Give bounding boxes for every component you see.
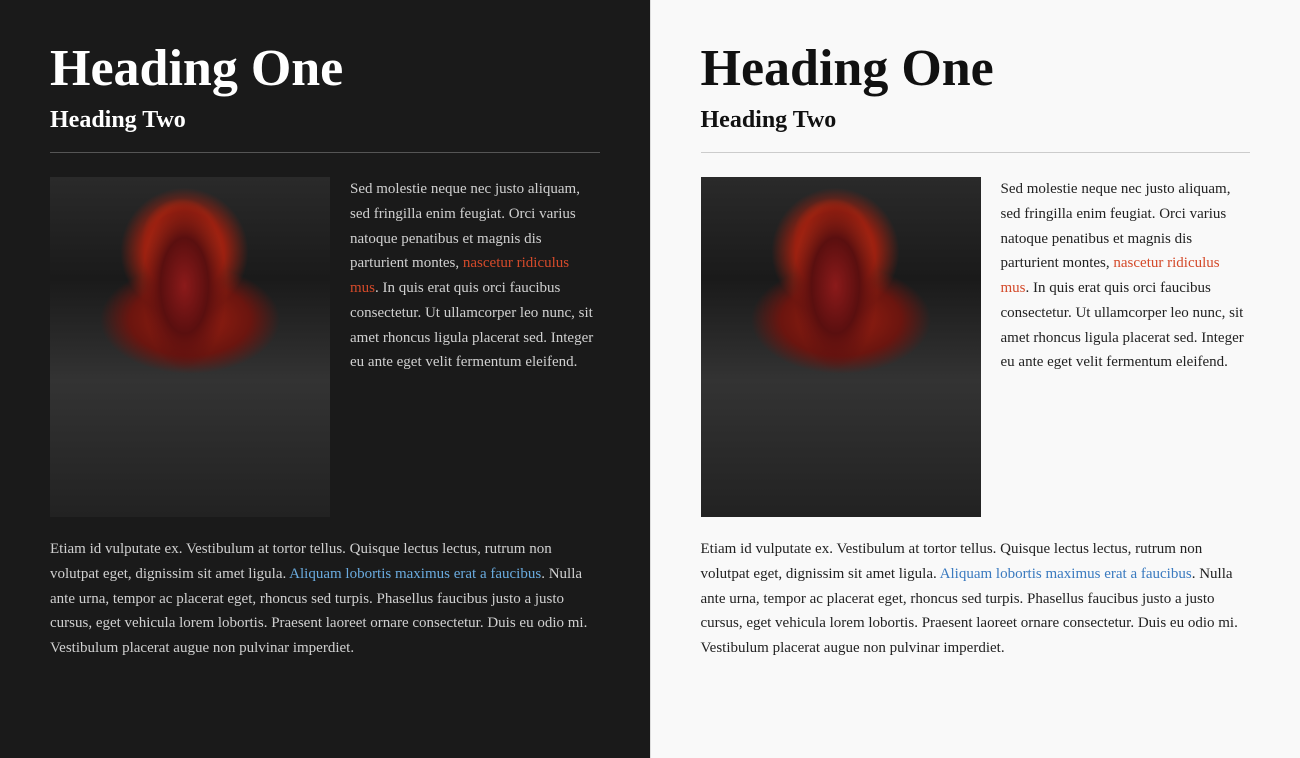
dark-link-blue[interactable]: Aliquam lobortis maximus erat a faucibus <box>289 566 541 582</box>
dark-heading-two: Heading Two <box>50 107 600 134</box>
light-photo <box>701 177 981 517</box>
dark-divider <box>50 152 600 153</box>
dark-continuation: Etiam id vulputate ex. Vestibulum at tor… <box>50 537 600 661</box>
light-divider <box>701 152 1251 153</box>
light-panel: Heading One Heading Two Sed molestie neq… <box>650 0 1300 758</box>
light-continuation: Etiam id vulputate ex. Vestibulum at tor… <box>701 537 1251 661</box>
light-image <box>701 177 981 517</box>
light-heading-two: Heading Two <box>701 107 1251 134</box>
dark-heading-one: Heading One <box>50 40 600 97</box>
dark-body-text: Sed molestie neque nec justo aliquam, se… <box>350 177 600 517</box>
dark-panel: Heading One Heading Two Sed molestie neq… <box>0 0 650 758</box>
dark-image <box>50 177 330 517</box>
light-content-block: Sed molestie neque nec justo aliquam, se… <box>701 177 1251 517</box>
light-body-after-link: . In quis erat quis orci faucibus consec… <box>1001 280 1244 370</box>
light-heading-one: Heading One <box>701 40 1251 97</box>
light-body-text: Sed molestie neque nec justo aliquam, se… <box>1001 177 1251 517</box>
dark-body-after-link: . In quis erat quis orci faucibus consec… <box>350 280 593 370</box>
dark-photo <box>50 177 330 517</box>
light-link-blue[interactable]: Aliquam lobortis maximus erat a faucibus <box>940 566 1192 582</box>
dark-content-block: Sed molestie neque nec justo aliquam, se… <box>50 177 600 517</box>
